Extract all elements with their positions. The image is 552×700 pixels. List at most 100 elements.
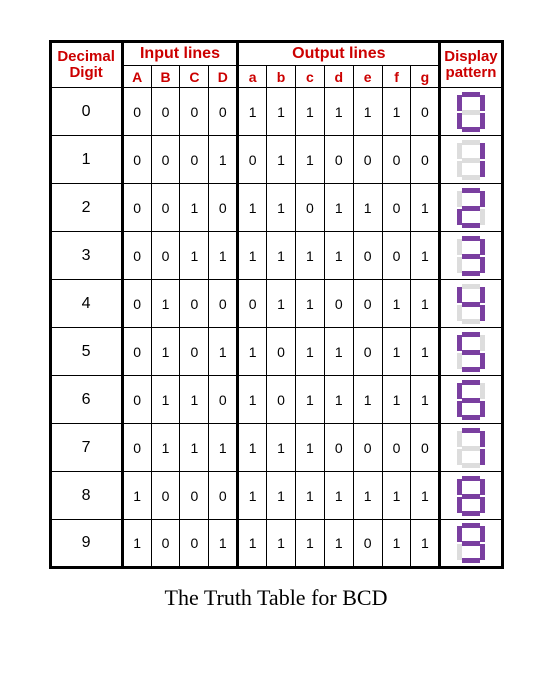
segment-g — [462, 206, 480, 211]
output-bit: 1 — [411, 232, 440, 280]
col-C: C — [180, 66, 209, 88]
segment-d — [462, 511, 480, 516]
segment-b — [480, 526, 485, 542]
output-bit: 1 — [238, 88, 267, 136]
segment-e — [457, 497, 462, 513]
segment-f — [457, 287, 462, 303]
output-bit: 1 — [324, 376, 353, 424]
decimal-cell: 6 — [50, 376, 122, 424]
table-row: 810001111111 — [50, 472, 502, 520]
segment-f — [457, 191, 462, 207]
segment-a — [462, 428, 480, 433]
table-row: 601101011111 — [50, 376, 502, 424]
output-bit: 1 — [324, 232, 353, 280]
display-pattern-cell — [440, 376, 502, 424]
seven-segment-icon — [457, 523, 485, 563]
display-pattern-cell — [440, 280, 502, 328]
display-pattern-cell — [440, 424, 502, 472]
seven-segment-icon — [457, 236, 485, 276]
output-bit: 1 — [411, 520, 440, 568]
input-bit: 1 — [122, 472, 151, 520]
decimal-cell: 0 — [50, 88, 122, 136]
segment-b — [480, 239, 485, 255]
display-pattern-cell — [440, 472, 502, 520]
table-row: 401000110011 — [50, 280, 502, 328]
output-bit: 1 — [324, 184, 353, 232]
output-bit: 1 — [238, 424, 267, 472]
output-bit: 1 — [295, 328, 324, 376]
input-bit: 0 — [209, 280, 238, 328]
page-canvas: Decimal Digit Input lines Output lines D… — [0, 0, 552, 700]
segment-f — [457, 526, 462, 542]
segment-d — [462, 175, 480, 180]
seven-segment-icon — [457, 476, 485, 516]
input-bit: 1 — [209, 424, 238, 472]
output-bit: 1 — [238, 472, 267, 520]
output-bit: 0 — [353, 520, 382, 568]
output-bit: 1 — [382, 376, 411, 424]
output-bit: 1 — [411, 328, 440, 376]
segment-a — [462, 92, 480, 97]
output-bit: 1 — [295, 424, 324, 472]
input-bit: 0 — [151, 88, 180, 136]
table-row: 000001111110 — [50, 88, 502, 136]
input-bit: 0 — [180, 328, 209, 376]
table-row: 701111110000 — [50, 424, 502, 472]
input-bit: 0 — [122, 376, 151, 424]
segment-e — [457, 161, 462, 177]
segment-g — [462, 398, 480, 403]
output-bit: 1 — [267, 184, 296, 232]
decimal-cell: 4 — [50, 280, 122, 328]
segment-c — [480, 257, 485, 273]
output-bit: 0 — [353, 328, 382, 376]
input-bit: 0 — [151, 232, 180, 280]
header-output-text: Output lines — [292, 45, 385, 62]
segment-g — [462, 110, 480, 115]
segment-a — [462, 523, 480, 528]
output-bit: 0 — [382, 184, 411, 232]
segment-f — [457, 479, 462, 495]
segment-a — [462, 332, 480, 337]
output-bit: 1 — [238, 520, 267, 568]
col-B: B — [151, 66, 180, 88]
output-bit: 1 — [382, 280, 411, 328]
segment-c — [480, 497, 485, 513]
seven-segment-icon — [457, 188, 485, 228]
segment-g — [462, 302, 480, 307]
segment-b — [480, 383, 485, 399]
input-bit: 0 — [122, 88, 151, 136]
display-pattern-cell — [440, 232, 502, 280]
output-bit: 1 — [238, 184, 267, 232]
col-c: c — [295, 66, 324, 88]
output-bit: 0 — [411, 88, 440, 136]
col-f: f — [382, 66, 411, 88]
display-pattern-cell — [440, 136, 502, 184]
output-bit: 0 — [353, 232, 382, 280]
decimal-cell: 5 — [50, 328, 122, 376]
segment-b — [480, 191, 485, 207]
table-row: 100010110000 — [50, 136, 502, 184]
output-bit: 1 — [353, 184, 382, 232]
display-pattern-cell — [440, 328, 502, 376]
decimal-cell: 8 — [50, 472, 122, 520]
segment-b — [480, 143, 485, 159]
output-bit: 0 — [267, 376, 296, 424]
output-bit: 1 — [295, 136, 324, 184]
header-input-lines: Input lines — [122, 42, 238, 66]
segment-f — [457, 95, 462, 111]
decimal-cell: 9 — [50, 520, 122, 568]
segment-f — [457, 383, 462, 399]
output-bit: 1 — [324, 328, 353, 376]
display-pattern-cell — [440, 520, 502, 568]
input-bit: 0 — [122, 328, 151, 376]
input-bit: 1 — [180, 184, 209, 232]
segment-c — [480, 449, 485, 465]
output-bit: 1 — [411, 280, 440, 328]
seven-segment-icon — [457, 332, 485, 372]
segment-d — [462, 271, 480, 276]
input-bit: 0 — [151, 184, 180, 232]
output-bit: 0 — [267, 328, 296, 376]
segment-b — [480, 335, 485, 351]
input-bit: 0 — [122, 424, 151, 472]
output-bit: 1 — [324, 472, 353, 520]
